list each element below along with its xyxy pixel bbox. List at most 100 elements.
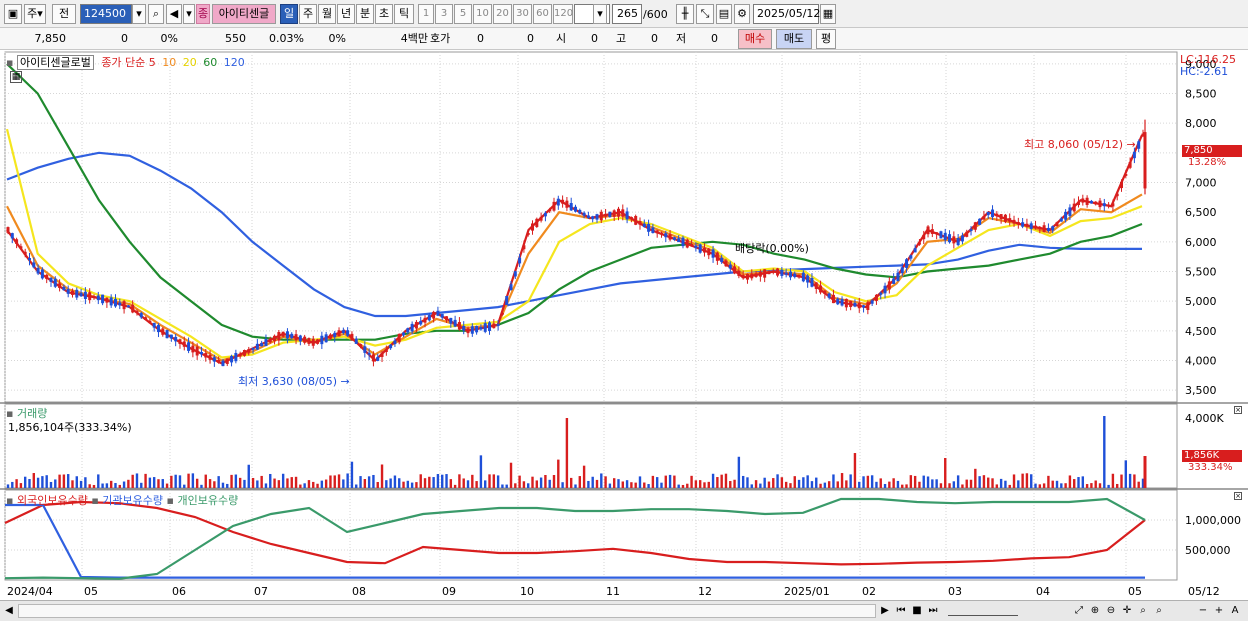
stock-name[interactable]: 아이티센글 bbox=[212, 4, 276, 24]
crosshair-icon[interactable]: ✛ bbox=[1120, 603, 1134, 619]
period-tick[interactable]: 틱 bbox=[394, 4, 414, 24]
period-minute[interactable]: 분 bbox=[356, 4, 374, 24]
candle-body bbox=[15, 239, 19, 244]
individual-holdings-label[interactable]: 개인보유수량 bbox=[177, 494, 238, 507]
plus-icon[interactable]: + bbox=[1212, 603, 1226, 619]
code-dropdown-icon[interactable]: ▾ bbox=[132, 4, 146, 24]
current-pct-tag: 13.28% bbox=[1188, 157, 1227, 168]
volume-bar bbox=[479, 455, 483, 488]
magnify-icon[interactable]: ⌕ bbox=[1136, 603, 1150, 619]
interval-20[interactable]: 20 bbox=[493, 4, 512, 24]
stop-icon[interactable]: ■ bbox=[910, 603, 924, 619]
volume-bar bbox=[247, 464, 250, 488]
calendar-icon[interactable]: ▦ bbox=[820, 4, 836, 24]
interval-1[interactable]: 1 bbox=[418, 4, 434, 24]
scroll-right-icon[interactable]: ▶ bbox=[878, 603, 892, 619]
volume-bar bbox=[944, 458, 947, 488]
scroll-left-icon[interactable]: ◀ bbox=[2, 603, 16, 619]
candle-body bbox=[978, 218, 982, 225]
interval-dropdown-icon[interactable]: ▾ bbox=[593, 4, 607, 24]
scroll-track[interactable] bbox=[18, 604, 876, 618]
holdings-panel-close-icon[interactable]: × bbox=[1234, 492, 1242, 500]
volume-bar bbox=[251, 477, 255, 488]
speaker-icon[interactable]: ◀ bbox=[166, 4, 182, 24]
font-size-icon[interactable]: A bbox=[1228, 603, 1242, 619]
save-icon[interactable]: ▤ bbox=[716, 4, 732, 24]
candle-body bbox=[844, 298, 848, 308]
chart-svg[interactable]: 3,500 4,000 4,500 5,000 5,500 6,000 6,500 7,000… bbox=[0, 50, 1248, 600]
price-tick-label: 3,500 bbox=[1185, 384, 1217, 397]
candle-body bbox=[531, 223, 535, 231]
market-select[interactable]: 주▾ bbox=[24, 4, 46, 24]
date-input[interactable]: 2025/05/12 bbox=[753, 4, 820, 24]
zoom-slider[interactable] bbox=[948, 606, 1018, 616]
sell-button[interactable]: 매도 bbox=[776, 29, 812, 49]
volume-bar bbox=[475, 481, 478, 488]
interval-10[interactable]: 10 bbox=[473, 4, 492, 24]
volume-bar bbox=[522, 481, 526, 488]
candle-body bbox=[505, 295, 509, 305]
candle-body bbox=[715, 252, 719, 261]
volume-bar bbox=[217, 476, 220, 488]
first-icon[interactable]: ⏮ bbox=[894, 603, 908, 619]
interval-5[interactable]: 5 bbox=[454, 4, 472, 24]
x-tick-label: 12 bbox=[698, 585, 712, 598]
candle-body bbox=[285, 331, 289, 339]
candle-body bbox=[445, 316, 449, 321]
open-value: 0 bbox=[591, 32, 598, 45]
volume-bar bbox=[578, 476, 581, 488]
candle-body bbox=[771, 270, 775, 273]
volume-bar bbox=[793, 476, 796, 488]
period-month[interactable]: 월 bbox=[318, 4, 336, 24]
volume-panel-close-icon[interactable]: × bbox=[1234, 406, 1242, 414]
legend-title[interactable]: 아이티센글로벌 bbox=[16, 55, 94, 70]
candle-body bbox=[1072, 203, 1076, 212]
candle-body bbox=[724, 260, 728, 267]
zoom-in-icon[interactable]: ⊕ bbox=[1088, 603, 1102, 619]
prev-button[interactable]: 전 bbox=[52, 4, 76, 24]
settings-gear-icon[interactable]: ⚙ bbox=[734, 4, 750, 24]
candle-body bbox=[797, 274, 801, 278]
interval-120[interactable]: 120 bbox=[553, 4, 573, 24]
candle-body bbox=[1085, 197, 1089, 205]
count-input[interactable]: 265 bbox=[612, 4, 642, 24]
window-icon[interactable]: ▣ bbox=[4, 4, 22, 24]
volume-bar bbox=[135, 473, 139, 488]
candle-body bbox=[561, 199, 565, 204]
legend-ma10: 10 bbox=[162, 56, 177, 69]
volume-bar bbox=[913, 475, 917, 488]
stock-code-input[interactable]: 124500 bbox=[80, 4, 132, 24]
foreign-holdings-label[interactable]: 외국인보유수량 bbox=[17, 494, 88, 507]
interval-3[interactable]: 3 bbox=[435, 4, 453, 24]
candle-body bbox=[1012, 219, 1016, 224]
table-icon[interactable]: ▦ bbox=[10, 71, 22, 83]
speaker-dropdown-icon[interactable]: ▾ bbox=[183, 4, 195, 24]
last-icon[interactable]: ⏭ bbox=[926, 603, 940, 619]
volume-bar bbox=[290, 477, 293, 488]
candle-body bbox=[1098, 200, 1102, 208]
price-tick-label: 6,000 bbox=[1185, 236, 1217, 249]
avg-button[interactable]: 평 bbox=[816, 29, 836, 49]
search-icon[interactable]: ⌕ bbox=[148, 4, 164, 24]
magnify-minus-icon[interactable]: ⌕ bbox=[1152, 603, 1166, 619]
interval-60[interactable]: 60 bbox=[533, 4, 552, 24]
volume-bar bbox=[1133, 474, 1136, 488]
candle-body bbox=[341, 330, 345, 334]
draw-tool-icon[interactable]: ⤡ bbox=[696, 4, 714, 24]
chart-area[interactable]: 3,500 4,000 4,500 5,000 5,500 6,000 6,500 7,000… bbox=[0, 50, 1248, 600]
period-year[interactable]: 년 bbox=[337, 4, 355, 24]
high-annotation: 최고 8,060 (05/12) → bbox=[1024, 138, 1136, 151]
candle-type-icon[interactable]: ╫ bbox=[676, 4, 694, 24]
buy-button[interactable]: 매수 bbox=[738, 29, 772, 49]
holdings-legend: ▪ 외국인보유수량 ▪ 기관보유수량 ▪ 개인보유수량 bbox=[6, 494, 239, 507]
zoom-fit-icon[interactable]: ⤢ bbox=[1072, 603, 1086, 619]
zoom-out-icon[interactable]: ⊖ bbox=[1104, 603, 1118, 619]
interval-30[interactable]: 30 bbox=[513, 4, 532, 24]
minus-icon[interactable]: − bbox=[1196, 603, 1210, 619]
period-week[interactable]: 주 bbox=[299, 4, 317, 24]
period-second[interactable]: 초 bbox=[375, 4, 393, 24]
candle-body bbox=[900, 267, 904, 274]
institution-holdings-label[interactable]: 기관보유수량 bbox=[102, 494, 163, 507]
candle-body bbox=[638, 221, 642, 225]
period-day[interactable]: 일 bbox=[280, 4, 298, 24]
